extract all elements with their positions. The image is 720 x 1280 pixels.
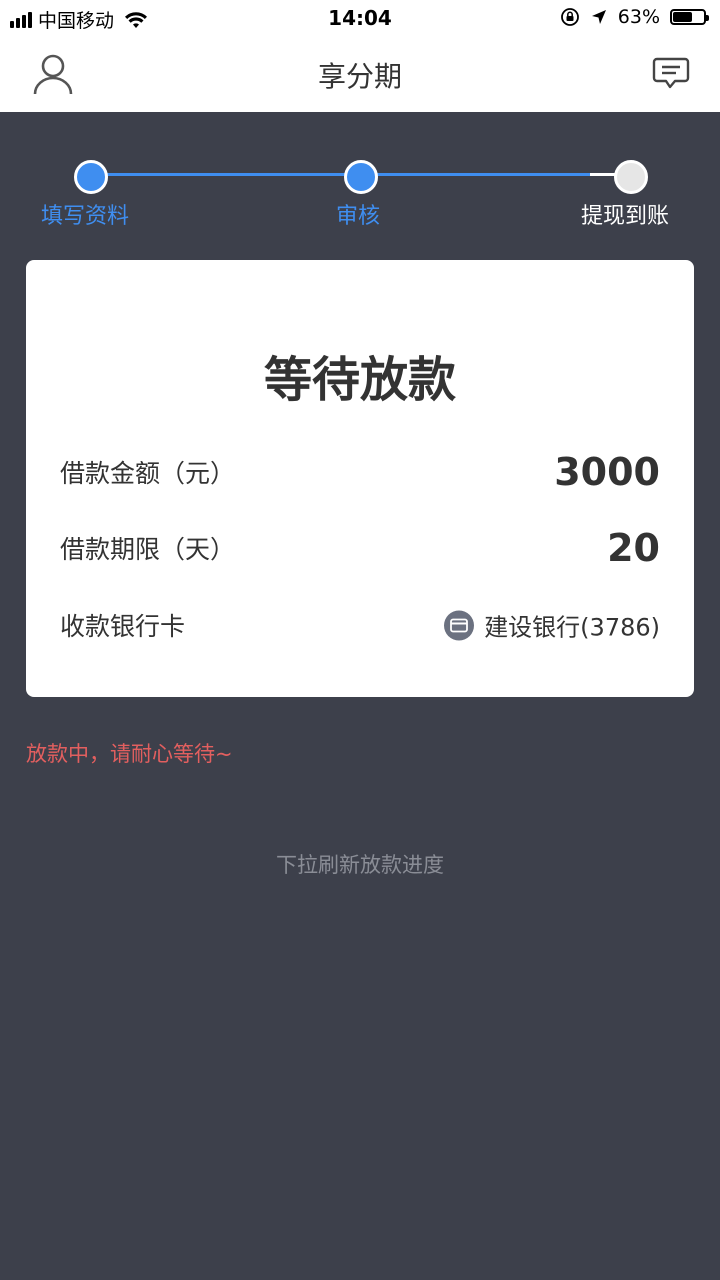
step-label-review: 审核 [336,204,381,229]
loan-term-label: 借款期限（天） [60,535,236,564]
step-line-2 [360,173,590,176]
loan-amount-row: 借款金额（元） 3000 [60,447,660,497]
rotation-lock-icon [560,8,579,26]
card-icon [444,610,475,640]
page-title: 享分期 [317,60,402,93]
progress-steps: 填写资料 审核 提现到账 [0,150,720,240]
status-message: 放款中，请耐心等待~ [26,742,233,766]
loan-amount-value: 3000 [554,450,660,494]
step-label-withdraw: 提现到账 [581,204,670,229]
card-title: 等待放款 [263,352,456,408]
bank-card-value: 建设银行(3786) [484,613,660,642]
bank-card-value-group: 建设银行(3786) [444,608,660,643]
loan-term-row: 借款期限（天） 20 [60,523,660,573]
step-dot-1 [74,160,108,194]
step-dot-2 [344,160,378,194]
bank-card-label: 收款银行卡 [60,612,186,641]
step-line-1 [90,173,360,176]
loan-amount-label: 借款金额（元） [60,459,236,488]
battery-fill [673,12,692,22]
location-icon [591,10,606,24]
status-bar: 中国移动 14:04 63% [0,0,720,38]
refresh-hint: 下拉刷新放款进度 [276,853,444,877]
battery-percent: 63% [617,6,660,28]
bank-card-row: 收款银行卡 建设银行(3786) [60,600,660,650]
step-dot-3 [614,160,648,194]
nav-bar: 享分期 [0,38,720,112]
battery-icon [670,9,709,25]
step-label-fill-info: 填写资料 [41,204,130,229]
message-icon[interactable] [652,56,690,92]
loan-status-card: 等待放款 借款金额（元） 3000 借款期限（天） 20 收款银行卡 建设银行(… [26,260,694,697]
status-right: 63% [560,6,709,28]
loan-term-value: 20 [607,526,660,570]
